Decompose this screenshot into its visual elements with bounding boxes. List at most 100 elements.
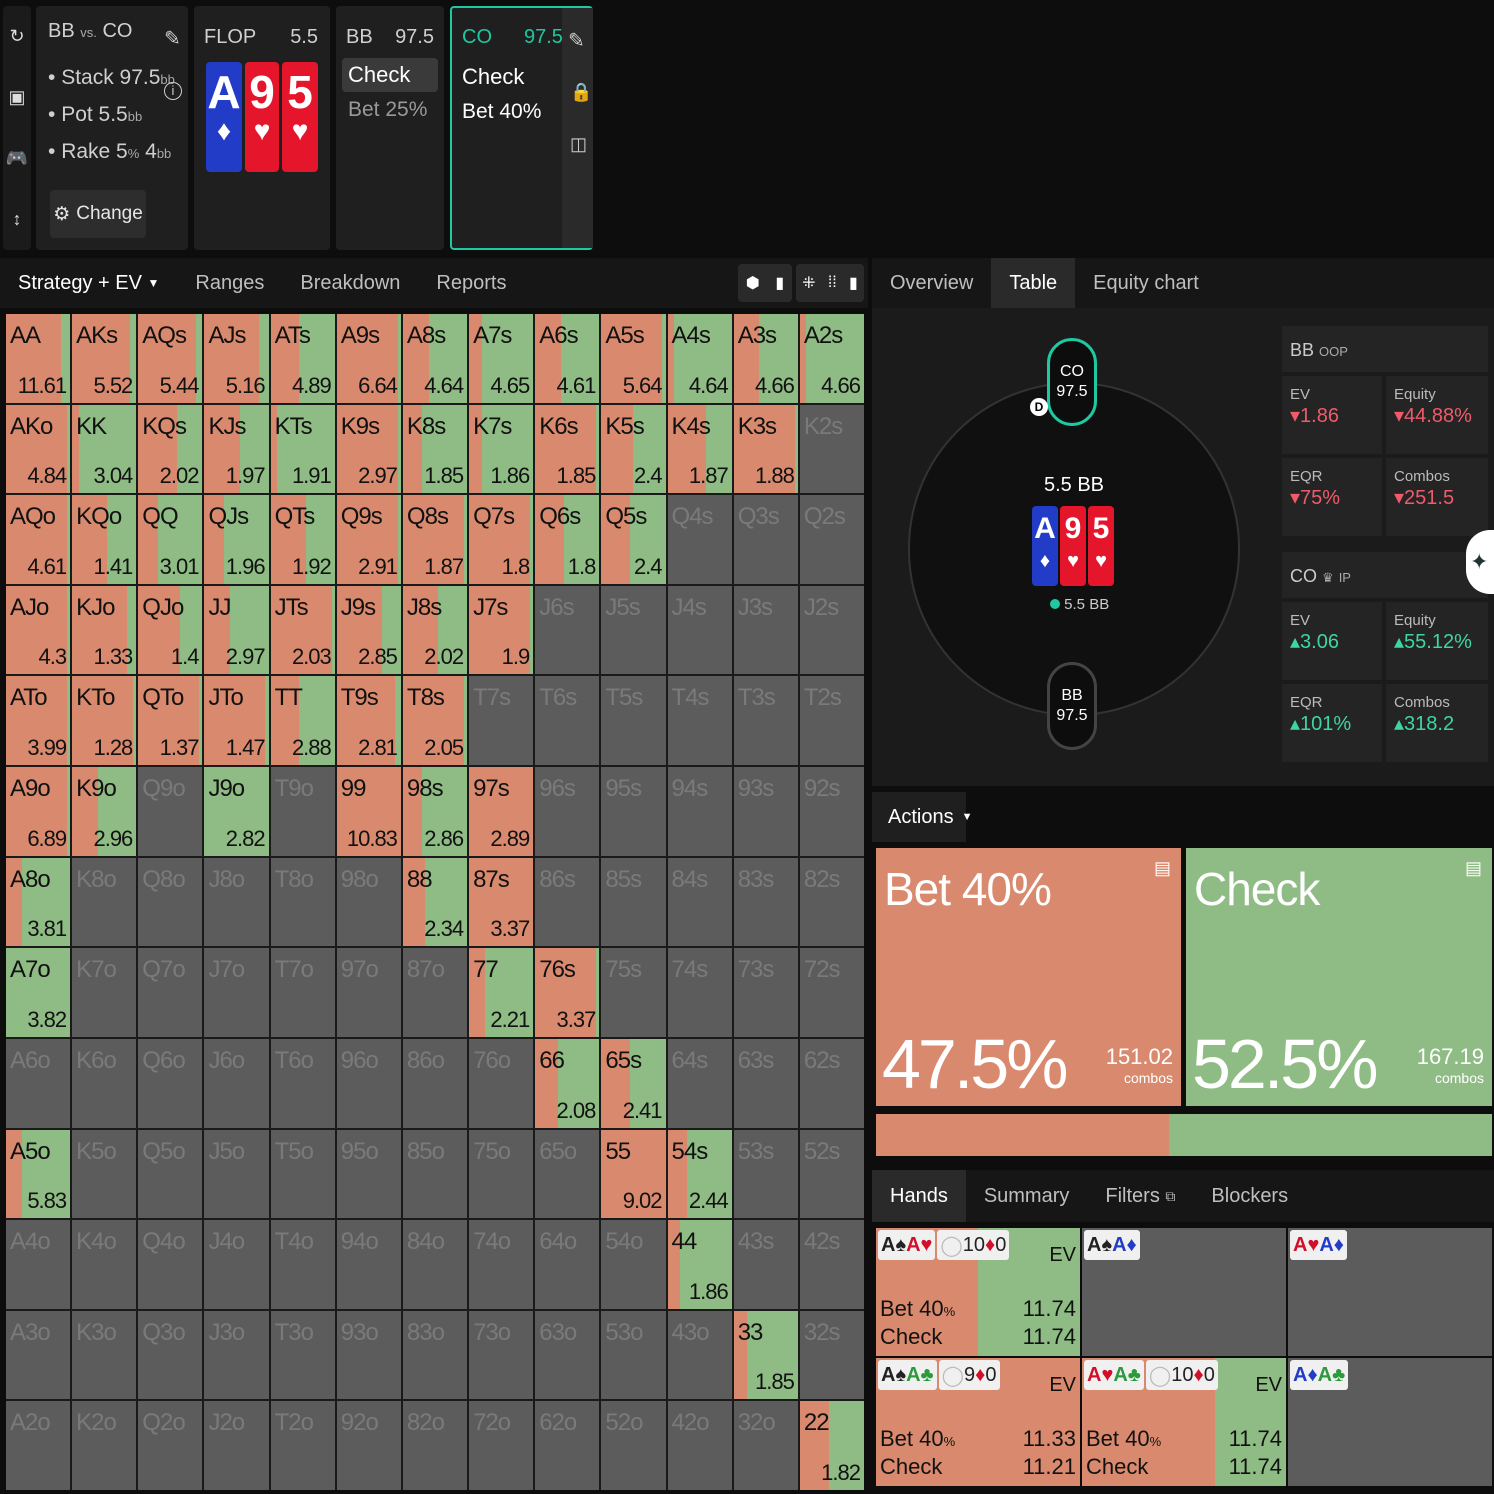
hand-cell-85s[interactable]: 85s bbox=[601, 857, 666, 947]
hand-cell-A2o[interactable]: A2o bbox=[6, 1401, 71, 1490]
hand-cell-K6s[interactable]: K6s 1.85 bbox=[535, 404, 600, 494]
hand-cell-A5o[interactable]: A5o 5.83 bbox=[6, 1129, 71, 1219]
hand-cell-86s[interactable]: 86s bbox=[535, 857, 600, 947]
hand-cell-T6o[interactable]: T6o bbox=[270, 1038, 335, 1128]
hand-cell-J5s[interactable]: J5s bbox=[601, 585, 666, 675]
hand-cell-AQs[interactable]: AQs 5.44 bbox=[138, 314, 203, 403]
hand-cell-74s[interactable]: 74s bbox=[667, 948, 732, 1037]
hand-cell-AJo[interactable]: AJo 4.3 bbox=[6, 585, 71, 675]
tab-summary[interactable]: Summary bbox=[966, 1171, 1088, 1221]
hand-cell-42s[interactable]: 42s bbox=[799, 1220, 864, 1309]
hand-cell-J4o[interactable]: J4o bbox=[204, 1220, 269, 1309]
hand-cell-AKs[interactable]: AKs 5.52 bbox=[72, 314, 137, 403]
hand-cell-Q9o[interactable]: Q9o bbox=[138, 767, 203, 856]
hand-cell-64s[interactable]: 64s bbox=[667, 1038, 732, 1128]
hand-cell-AJs[interactable]: AJs 5.16 bbox=[204, 314, 269, 403]
hand-cell-72s[interactable]: 72s bbox=[799, 948, 864, 1037]
hand-cell-K7o[interactable]: K7o bbox=[72, 948, 137, 1037]
hand-cell-94o[interactable]: 94o bbox=[336, 1220, 401, 1309]
hand-cell-92o[interactable]: 92o bbox=[336, 1401, 401, 1490]
hand-combo-cell[interactable]: A ♥ A ♦ bbox=[1288, 1228, 1492, 1356]
info-icon[interactable]: i bbox=[164, 82, 182, 100]
hand-cell-Q2s[interactable]: Q2s bbox=[799, 495, 864, 584]
hand-cell-99[interactable]: 99 10.83 bbox=[336, 767, 401, 856]
hand-cell-J8o[interactable]: J8o bbox=[204, 857, 269, 947]
hand-cell-J4s[interactable]: J4s bbox=[667, 585, 732, 675]
view-toggle-1[interactable]: ⬢ ▮ bbox=[738, 264, 792, 302]
hand-cell-KJs[interactable]: KJs 1.97 bbox=[204, 404, 269, 494]
hand-cell-T8s[interactable]: T8s 2.05 bbox=[402, 676, 468, 766]
hand-cell-ATs[interactable]: ATs 4.89 bbox=[270, 314, 335, 403]
save-icon[interactable]: ▣ bbox=[8, 87, 25, 108]
hand-cell-J8s[interactable]: J8s 2.02 bbox=[402, 585, 468, 675]
hand-cell-J7s[interactable]: J7s 1.9 bbox=[469, 585, 534, 675]
bb-action-check[interactable]: Check bbox=[342, 58, 438, 92]
hand-cell-T3o[interactable]: T3o bbox=[270, 1310, 335, 1400]
hand-combo-cell[interactable]: A ♦ A ♣ bbox=[1288, 1358, 1492, 1486]
hand-cell-K4o[interactable]: K4o bbox=[72, 1220, 137, 1309]
hand-cell-96s[interactable]: 96s bbox=[535, 767, 600, 856]
hand-cell-K9o[interactable]: K9o 2.96 bbox=[72, 767, 137, 856]
hand-cell-J9o[interactable]: J9o 2.82 bbox=[204, 767, 269, 856]
hand-cell-62o[interactable]: 62o bbox=[535, 1401, 600, 1490]
hand-cell-52s[interactable]: 52s bbox=[799, 1129, 864, 1219]
hand-cell-75s[interactable]: 75s bbox=[601, 948, 666, 1037]
hand-cell-QJo[interactable]: QJo 1.4 bbox=[138, 585, 203, 675]
hand-cell-J6s[interactable]: J6s bbox=[535, 585, 600, 675]
hand-cell-63o[interactable]: 63o bbox=[535, 1310, 600, 1400]
hand-cell-QQ[interactable]: QQ 3.01 bbox=[138, 495, 203, 584]
hand-cell-53o[interactable]: 53o bbox=[601, 1310, 666, 1400]
hand-cell-T4s[interactable]: T4s bbox=[667, 676, 732, 766]
hand-cell-74o[interactable]: 74o bbox=[469, 1220, 534, 1309]
tab-strategy-ev[interactable]: Strategy + EV ▼ bbox=[0, 258, 177, 308]
hand-cell-33[interactable]: 33 1.85 bbox=[733, 1310, 798, 1400]
hand-cell-97s[interactable]: 97s 2.89 bbox=[469, 767, 534, 856]
hand-cell-T9s[interactable]: T9s 2.81 bbox=[336, 676, 401, 766]
hand-cell-53s[interactable]: 53s bbox=[733, 1129, 798, 1219]
hand-cell-K7s[interactable]: K7s 1.86 bbox=[469, 404, 534, 494]
hand-cell-J2s[interactable]: J2s bbox=[799, 585, 864, 675]
hand-cell-QTo[interactable]: QTo 1.37 bbox=[138, 676, 203, 766]
hand-cell-A7o[interactable]: A7o 3.82 bbox=[6, 948, 71, 1037]
hand-cell-Q7s[interactable]: Q7s 1.8 bbox=[469, 495, 534, 584]
action-check-card[interactable]: Check ▤ 52.5% 167.19 combos bbox=[1186, 848, 1492, 1106]
hand-cell-K6o[interactable]: K6o bbox=[72, 1038, 137, 1128]
hand-cell-Q5o[interactable]: Q5o bbox=[138, 1129, 203, 1219]
hand-cell-Q5s[interactable]: Q5s 2.4 bbox=[601, 495, 666, 584]
co-action-bet[interactable]: Bet 40% bbox=[462, 100, 541, 124]
hand-cell-K2o[interactable]: K2o bbox=[72, 1401, 137, 1490]
hand-cell-A5s[interactable]: A5s 5.64 bbox=[601, 314, 666, 403]
hand-cell-A4s[interactable]: A4s 4.64 bbox=[667, 314, 732, 403]
sparkle-button[interactable]: ✦ bbox=[1466, 530, 1494, 594]
hand-cell-72o[interactable]: 72o bbox=[469, 1401, 534, 1490]
hand-cell-ATo[interactable]: ATo 3.99 bbox=[6, 676, 71, 766]
lock-icon[interactable]: 🔒 bbox=[570, 82, 592, 103]
hand-cell-T5s[interactable]: T5s bbox=[601, 676, 666, 766]
hand-cell-62s[interactable]: 62s bbox=[799, 1038, 864, 1128]
split-icon[interactable]: ◫ bbox=[570, 134, 587, 155]
hand-cell-95o[interactable]: 95o bbox=[336, 1129, 401, 1219]
hand-cell-98s[interactable]: 98s 2.86 bbox=[402, 767, 468, 856]
undo-icon[interactable]: ↻ bbox=[9, 26, 24, 47]
hand-combo-cell[interactable]: A ♠ A ♣ ◯ 9 ♦ 0 EV Bet 40% 11.33 Check 11.21 bbox=[876, 1358, 1080, 1486]
hand-cell-63s[interactable]: 63s bbox=[733, 1038, 798, 1128]
hand-cell-KJo[interactable]: KJo 1.33 bbox=[72, 585, 137, 675]
action-bet-card[interactable]: Bet 40% ▤ 47.5% 151.02 combos bbox=[876, 848, 1181, 1106]
hand-cell-J7o[interactable]: J7o bbox=[204, 948, 269, 1037]
hand-cell-52o[interactable]: 52o bbox=[601, 1401, 666, 1490]
hand-cell-A6o[interactable]: A6o bbox=[6, 1038, 71, 1128]
hand-combo-cell[interactable]: A ♠ A ♥ ◯ 10 ♦ 0 EV Bet 40% 11.74 Check 11.74 bbox=[876, 1228, 1080, 1356]
hand-cell-Q8o[interactable]: Q8o bbox=[138, 857, 203, 947]
hand-cell-TT[interactable]: TT 2.88 bbox=[270, 676, 335, 766]
notes-icon[interactable]: ▤ bbox=[1154, 858, 1171, 879]
hand-cell-J3s[interactable]: J3s bbox=[733, 585, 798, 675]
hand-cell-82s[interactable]: 82s bbox=[799, 857, 864, 947]
hand-cell-22[interactable]: 22 1.82 bbox=[799, 1401, 864, 1490]
hand-cell-54o[interactable]: 54o bbox=[601, 1220, 666, 1309]
hand-cell-A6s[interactable]: A6s 4.61 bbox=[535, 314, 600, 403]
hand-cell-T2s[interactable]: T2s bbox=[799, 676, 864, 766]
hand-cell-KK[interactable]: KK 3.04 bbox=[72, 404, 137, 494]
hand-cell-73o[interactable]: 73o bbox=[469, 1310, 534, 1400]
hand-cell-87o[interactable]: 87o bbox=[402, 948, 468, 1037]
actions-dropdown[interactable]: Actions ▼ bbox=[872, 792, 972, 842]
